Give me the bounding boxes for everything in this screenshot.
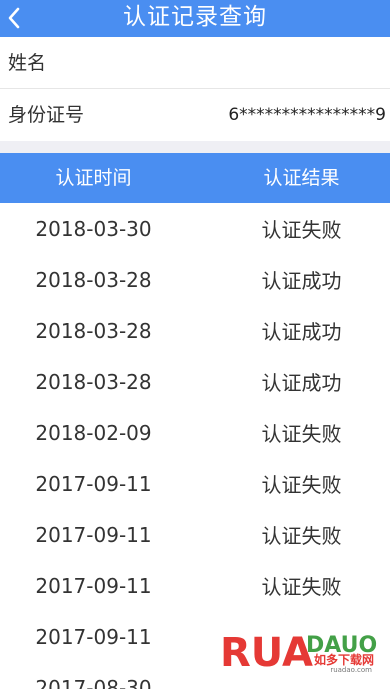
row-result: 认证失败: [261, 524, 342, 548]
row-result: 认证失败: [261, 218, 342, 242]
id-row: 身份证号 6****************9: [0, 89, 390, 141]
section-divider: [0, 141, 390, 153]
row-date: 2018-03-30: [35, 216, 152, 241]
row-date: 2017-09-11: [35, 573, 152, 598]
table-row: 2017-09-11 认证失败: [0, 509, 390, 560]
row-date: 2017-09-11: [35, 471, 152, 496]
column-header-time: 认证时间: [55, 167, 132, 189]
watermark-url: ruadao.com: [330, 666, 372, 674]
table-row: 2018-03-30 认证失败: [0, 203, 390, 254]
page-title: 认证记录查询: [123, 4, 267, 30]
row-result: 认证失败: [261, 575, 342, 599]
row-date: 2018-03-28: [35, 318, 152, 343]
row-result: 认证失败: [261, 422, 342, 446]
table-row: 2017-09-11 认证失败: [0, 560, 390, 611]
row-date: 2017-09-11: [35, 522, 152, 547]
table-row: 2018-03-28 认证成功: [0, 305, 390, 356]
nav-bar: 认证记录查询: [0, 0, 390, 37]
row-date: 2017-08-30: [35, 675, 152, 689]
site-watermark: RUA DAUO 如多下载网 ruadao.com: [218, 622, 378, 682]
name-row: 姓名: [0, 37, 390, 89]
row-result: 认证成功: [261, 320, 342, 344]
row-date: 2018-03-28: [35, 369, 152, 394]
id-label: 身份证号: [8, 104, 85, 126]
row-result: 认证成功: [261, 371, 342, 395]
id-value: 6****************9: [228, 105, 386, 125]
row-date: 2018-02-09: [35, 420, 152, 445]
name-label: 姓名: [8, 52, 47, 74]
table-row: 2018-02-09 认证失败: [0, 407, 390, 458]
table-header: 认证时间 认证结果: [0, 153, 390, 203]
record-list: 2018-03-30 认证失败 2018-03-28 认证成功 2018-03-…: [0, 203, 390, 689]
table-row: 2018-03-28 认证成功: [0, 254, 390, 305]
row-result: 认证失败: [261, 473, 342, 497]
svg-text:RUA: RUA: [220, 630, 313, 676]
row-date: 2017-09-11: [35, 624, 152, 649]
table-row: 2018-03-28 认证成功: [0, 356, 390, 407]
row-result: 认证成功: [261, 269, 342, 293]
column-header-result: 认证结果: [263, 167, 340, 189]
table-row: 2017-09-11 认证失败: [0, 458, 390, 509]
row-date: 2018-03-28: [35, 267, 152, 292]
